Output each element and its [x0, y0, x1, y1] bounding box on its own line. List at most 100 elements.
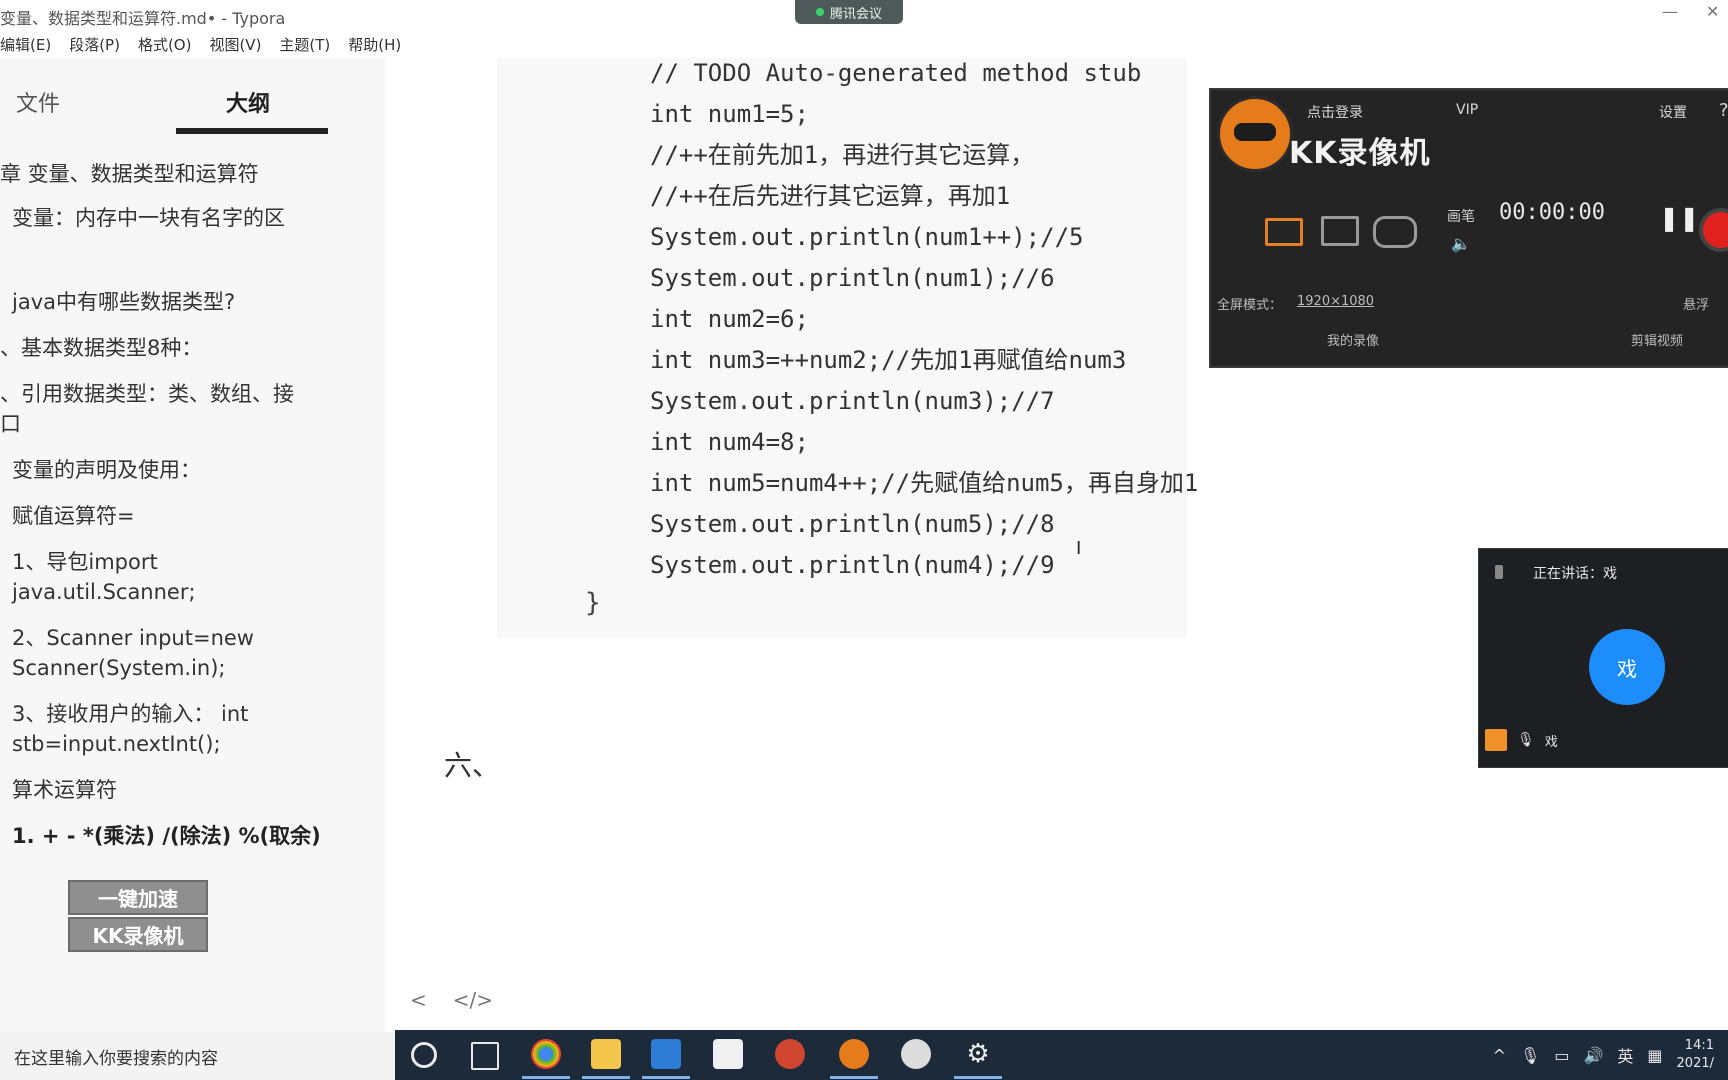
cortana-icon[interactable] — [411, 1042, 437, 1068]
back-icon[interactable]: < — [410, 988, 427, 1012]
active-app-indicator — [642, 1076, 690, 1079]
powerpoint-icon[interactable] — [775, 1039, 805, 1069]
tray-grid-icon[interactable]: ▦ — [1647, 1046, 1662, 1065]
heading-fragment[interactable]: 六、 — [444, 744, 500, 784]
menu-help[interactable]: 帮助(H) — [339, 30, 410, 56]
app-icon-2[interactable] — [901, 1039, 931, 1069]
search-placeholder[interactable]: 在这里输入你要搜索的内容 — [14, 1044, 218, 1069]
kk-recorder-icon[interactable] — [839, 1039, 869, 1069]
system-tray: ^ 🎙 ▭ 🔊 英 ▦ 14:1 2021/ — [1493, 1030, 1714, 1080]
pause-icon[interactable]: ❚❚ — [1659, 204, 1699, 232]
record-timer: 00:00:00 — [1499, 200, 1605, 225]
code-line[interactable]: int num4=8; — [650, 427, 809, 457]
drag-handle-icon[interactable] — [1495, 565, 1503, 579]
outline-item[interactable]: 3、接收用户的输入： int — [12, 698, 248, 730]
menu-view[interactable]: 视图(V) — [200, 30, 270, 56]
user-avatar-icon — [1485, 729, 1507, 751]
microphone-icon[interactable]: 🎙 — [1517, 732, 1535, 748]
outline-item[interactable]: 1、导包import — [12, 546, 158, 578]
menu-format[interactable]: 格式(O) — [129, 30, 201, 56]
outline-item[interactable]: java中有哪些数据类型? — [12, 286, 235, 318]
float-toggle[interactable]: 悬浮 — [1683, 294, 1709, 313]
code-line[interactable]: //++在后先进行其它运算，再加1 — [650, 181, 1010, 211]
tray-chevron-icon[interactable]: ^ — [1493, 1046, 1506, 1065]
outline-item[interactable]: java.util.Scanner; — [12, 576, 196, 608]
outline-item[interactable]: 1. + - *(乘法) /(除法) %(取余) — [12, 820, 321, 852]
code-line[interactable]: System.out.println(num3);//7 — [650, 386, 1055, 416]
settings-link[interactable]: 设置 — [1659, 102, 1687, 122]
outline-item[interactable]: 算术运算符 — [12, 774, 117, 806]
menu-theme[interactable]: 主题(T) — [270, 30, 339, 56]
edit-video-button[interactable]: 剪辑视频 — [1631, 330, 1683, 349]
code-line[interactable]: System.out.println(num5);//8 — [650, 509, 1055, 539]
editor-footer-controls: < </> — [410, 988, 493, 1012]
active-tab-indicator — [176, 128, 328, 134]
code-line[interactable]: System.out.println(num1++);//5 — [650, 222, 1083, 252]
outline-item[interactable]: 2、Scanner input=new — [12, 622, 254, 654]
active-app-indicator — [522, 1076, 570, 1079]
tray-network-icon[interactable]: ▭ — [1554, 1046, 1569, 1065]
vip-link[interactable]: VIP — [1456, 102, 1478, 118]
app-icon[interactable] — [651, 1039, 681, 1069]
code-line[interactable]: int num2=6; — [650, 304, 809, 334]
taskbar: ⚙ ^ 🎙 ▭ 🔊 英 ▦ 14:1 2021/ — [395, 1030, 1728, 1080]
outline-item[interactable]: 章 变量、数据类型和运算符 — [0, 158, 259, 190]
resolution-value[interactable]: 1920×1080 — [1297, 294, 1374, 309]
outline-item[interactable]: 变量的声明及使用： — [12, 454, 201, 486]
speaker-icon[interactable]: 🔈 — [1451, 234, 1471, 253]
active-app-indicator — [954, 1076, 1002, 1079]
tray-mic-icon[interactable]: 🎙 — [1520, 1046, 1540, 1065]
window-mode-icon[interactable] — [1321, 216, 1359, 246]
outline-item[interactable]: 、基本数据类型8种： — [0, 332, 202, 364]
clock-date: 2021/ — [1676, 1056, 1714, 1071]
meeting-label: 腾讯会议 — [829, 6, 882, 22]
record-stop-button[interactable] — [1699, 208, 1728, 252]
code-line[interactable]: int num3=++num2;//先加1再赋值给num3 — [650, 345, 1126, 375]
outline-item[interactable]: 、引用数据类型：类、数组、接 — [0, 378, 294, 410]
settings-icon[interactable]: ⚙ — [963, 1039, 993, 1069]
menu-bar: 编辑(E) 段落(P) 格式(O) 视图(V) 主题(T) 帮助(H) — [0, 30, 410, 56]
outline-item[interactable]: 赋值运算符= — [12, 500, 135, 532]
speaker-avatar[interactable]: 戏 — [1589, 629, 1665, 705]
my-recordings-button[interactable]: 我的录像 — [1327, 330, 1379, 349]
menu-edit[interactable]: 编辑(E) — [0, 30, 60, 56]
fullscreen-mode-icon[interactable] — [1265, 218, 1303, 246]
close-icon[interactable]: ✕ — [1706, 2, 1719, 21]
kk-logo-icon — [1217, 96, 1293, 172]
paint-button[interactable]: 画笔 — [1447, 206, 1475, 226]
outline-item[interactable]: Scanner(System.in); — [12, 652, 226, 684]
code-line[interactable]: System.out.println(num4);//9 — [650, 550, 1055, 580]
kk-recorder-window: 点击登录 VIP 设置 ? KK录像机 画笔 🔈 00:00:00 ❚❚ 全屏模… — [1209, 88, 1728, 368]
outline-item[interactable]: stb=input.nextInt(); — [12, 728, 221, 760]
window-title: 变量、数据类型和运算符.md• - Typora — [0, 9, 286, 28]
text-cursor-icon: I — [1076, 538, 1082, 559]
login-link[interactable]: 点击登录 — [1307, 102, 1363, 122]
source-code-icon[interactable]: </> — [453, 988, 493, 1012]
code-line[interactable]: System.out.println(num1);//6 — [650, 263, 1055, 293]
meeting-indicator[interactable]: 腾讯会议 — [795, 0, 903, 24]
notes-icon[interactable] — [713, 1039, 743, 1069]
help-icon[interactable]: ? — [1719, 100, 1728, 121]
task-view-icon[interactable] — [471, 1042, 499, 1070]
chrome-icon[interactable] — [531, 1039, 561, 1069]
code-line[interactable]: //++在前先加1，再进行其它运算， — [650, 140, 1034, 170]
outline-item[interactable]: 变量：内存中一块有名字的区 — [12, 202, 285, 234]
ime-indicator[interactable]: 英 — [1617, 1043, 1633, 1067]
speaking-status: 正在讲话：戏 — [1533, 566, 1617, 582]
minimize-icon[interactable]: — — [1662, 2, 1678, 21]
game-mode-icon[interactable] — [1373, 216, 1417, 248]
sidebar-tabs: 文件 大纲 — [0, 58, 385, 136]
active-app-indicator — [830, 1076, 878, 1079]
tab-files[interactable]: 文件 — [16, 86, 60, 118]
closing-brace[interactable]: } — [585, 588, 601, 618]
file-explorer-icon[interactable] — [591, 1039, 621, 1069]
tab-outline[interactable]: 大纲 — [226, 86, 270, 118]
clock[interactable]: 14:1 2021/ — [1677, 1037, 1714, 1073]
code-line[interactable]: int num1=5; — [650, 99, 809, 129]
code-line[interactable]: // TODO Auto-generated method stub — [650, 58, 1141, 88]
menu-paragraph[interactable]: 段落(P) — [60, 30, 129, 56]
code-line[interactable]: int num5=num4++;//先赋值给num5，再自身加1 — [650, 468, 1198, 498]
watermark-line: 一键加速 — [68, 880, 208, 915]
outline-item[interactable]: 口 — [0, 408, 21, 440]
tray-volume-icon[interactable]: 🔊 — [1583, 1046, 1603, 1065]
